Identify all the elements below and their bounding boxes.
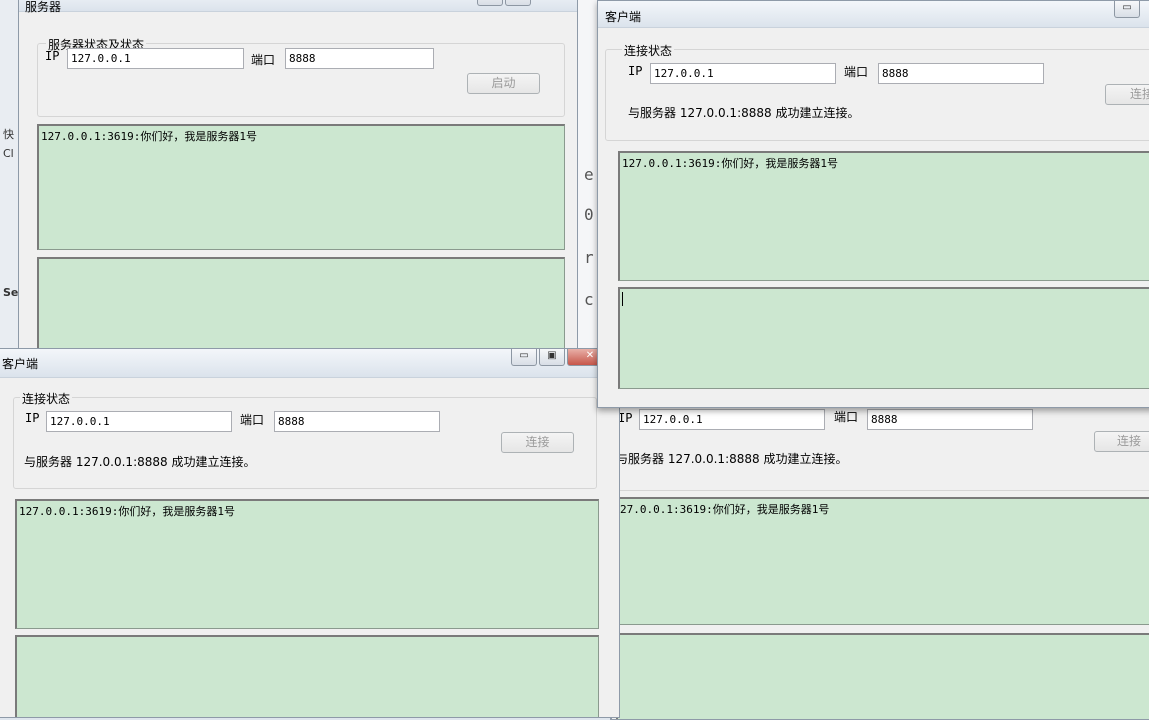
- code-letter: r: [584, 248, 594, 267]
- client-a-window: 客户端 ▭ 连接状态 IP 127.0.0.1 端口 8888 连接 与服务器 …: [597, 0, 1149, 408]
- client-b-ip-label: IP: [25, 411, 40, 425]
- server-window: 服务器 ▭ ▣ 服务器状态及状态 IP 127.0.0.1 端口 8888 启动…: [18, 0, 578, 368]
- client-b-ip-field[interactable]: 127.0.0.1: [46, 411, 232, 432]
- ide-glyph: Se: [3, 286, 19, 299]
- server-titlebar[interactable]: 服务器 ▭ ▣: [19, 0, 577, 14]
- minimize-icon[interactable]: ▭: [477, 0, 503, 6]
- server-port-field[interactable]: 8888: [285, 48, 434, 69]
- client-c-input-area[interactable]: [616, 633, 1149, 719]
- client-b-window: 客户端 ▭ ▣ ✕ 连接状态 IP 127.0.0.1 端口 8888 连接 与…: [0, 348, 620, 718]
- client-b-group-label: 连接状态: [20, 390, 73, 407]
- client-a-port-field[interactable]: 8888: [878, 63, 1044, 84]
- client-a-titlebar[interactable]: 客户端 ▭: [598, 1, 1149, 28]
- client-b-log-area[interactable]: 127.0.0.1:3619:你们好，我是服务器1号: [15, 499, 599, 629]
- client-b-port-field[interactable]: 8888: [274, 411, 440, 432]
- client-a-ip-field[interactable]: 127.0.0.1: [650, 63, 836, 84]
- code-letter: e: [584, 165, 594, 184]
- server-title: 服务器: [25, 0, 62, 14]
- client-a-title: 客户端: [605, 10, 642, 24]
- ide-glyph: 快: [3, 128, 14, 141]
- minimize-icon[interactable]: ▭: [511, 349, 537, 366]
- start-button[interactable]: 启动: [467, 73, 540, 94]
- minimize-icon[interactable]: ▭: [1114, 1, 1140, 18]
- client-b-input-area[interactable]: [15, 635, 599, 717]
- client-c-log-area[interactable]: 27.0.0.1:3619:你们好，我是服务器1号: [616, 497, 1149, 625]
- server-ip-label: IP: [45, 49, 60, 63]
- client-b-title: 客户端: [2, 357, 39, 371]
- client-a-connect-button[interactable]: 连接: [1105, 84, 1149, 105]
- client-a-ip-label: IP: [628, 64, 643, 78]
- restore-icon[interactable]: ▣: [505, 0, 531, 6]
- client-b-status-text: 与服务器 127.0.0.1:8888 成功建立连接。: [24, 455, 256, 469]
- ide-glyph: Cl: [3, 147, 14, 160]
- server-log-area[interactable]: 127.0.0.1:3619:你们好，我是服务器1号: [37, 124, 565, 250]
- client-a-port-label: 端口: [844, 65, 869, 79]
- client-a-status-text: 与服务器 127.0.0.1:8888 成功建立连接。: [628, 106, 860, 120]
- client-c-window: IP 127.0.0.1 端口 8888 连接 与服务器 127.0.0.1:8…: [610, 360, 1149, 720]
- restore-icon[interactable]: ▣: [539, 349, 565, 366]
- code-letter: 0: [584, 205, 594, 224]
- server-port-label: 端口: [251, 53, 276, 67]
- client-b-titlebar[interactable]: 客户端 ▭ ▣ ✕: [0, 349, 619, 378]
- client-a-group-label: 连接状态: [622, 42, 675, 59]
- client-a-log-area[interactable]: 127.0.0.1:3619:你们好，我是服务器1号: [618, 151, 1149, 281]
- client-a-input-area[interactable]: [618, 287, 1149, 389]
- server-ip-field[interactable]: 127.0.0.1: [67, 48, 244, 69]
- code-letter: c: [584, 290, 594, 309]
- text-caret: [622, 292, 623, 306]
- client-b-port-label: 端口: [240, 413, 265, 427]
- client-b-connect-button[interactable]: 连接: [501, 432, 574, 453]
